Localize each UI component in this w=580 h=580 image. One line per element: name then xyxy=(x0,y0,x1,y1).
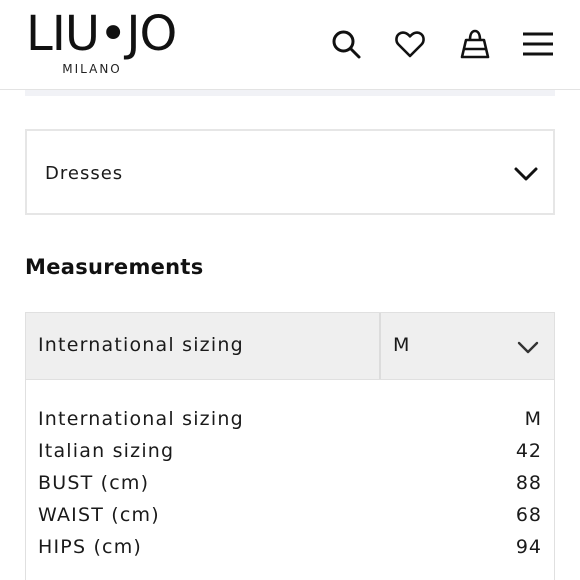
hamburger-menu-icon xyxy=(523,32,553,56)
measurement-label: Italian sizing xyxy=(38,440,175,462)
measurement-row: BUST (cm) 88 xyxy=(38,470,542,502)
site-header: LIU•JO MILANO xyxy=(0,0,580,90)
search-button[interactable] xyxy=(328,26,364,62)
sizing-selector: International sizing M xyxy=(25,312,555,380)
measurement-label: BUST (cm) xyxy=(38,472,150,494)
size-selected-value: M xyxy=(393,334,410,356)
measurement-value: 88 xyxy=(515,472,542,494)
measurement-label: WAIST (cm) xyxy=(38,504,160,526)
wishlist-button[interactable] xyxy=(392,26,428,62)
measurement-value: M xyxy=(524,408,542,430)
brand-name: LIU•JO xyxy=(26,6,177,62)
heart-icon xyxy=(395,31,425,58)
measurement-label: International sizing xyxy=(38,408,244,430)
measurements-table: International sizing M Italian sizing 42… xyxy=(25,380,555,580)
measurement-label: HIPS (cm) xyxy=(38,536,143,558)
brand-subtitle: MILANO xyxy=(62,62,122,76)
size-dropdown[interactable]: M xyxy=(381,313,554,379)
cart-button[interactable] xyxy=(457,26,493,62)
sizing-system-label: International sizing xyxy=(38,334,244,356)
measurement-value: 94 xyxy=(515,536,542,558)
measurement-row: WAIST (cm) 68 xyxy=(38,502,542,534)
measurement-value: 42 xyxy=(515,440,542,462)
divider-strip xyxy=(25,90,555,96)
section-title: Measurements xyxy=(25,255,204,279)
measurement-row: HIPS (cm) 94 xyxy=(38,534,542,566)
category-dropdown[interactable]: Dresses xyxy=(25,129,555,215)
search-icon xyxy=(332,30,361,59)
shopping-bag-icon xyxy=(460,29,490,59)
chevron-down-icon xyxy=(514,167,538,181)
measurement-value: 68 xyxy=(515,504,542,526)
measurement-row: Italian sizing 42 xyxy=(38,438,542,470)
category-selected-label: Dresses xyxy=(45,163,124,184)
measurement-row: International sizing M xyxy=(38,406,542,438)
brand-logo[interactable]: LIU•JO MILANO xyxy=(26,6,177,76)
chevron-down-icon xyxy=(517,341,539,354)
menu-button[interactable] xyxy=(520,26,556,62)
